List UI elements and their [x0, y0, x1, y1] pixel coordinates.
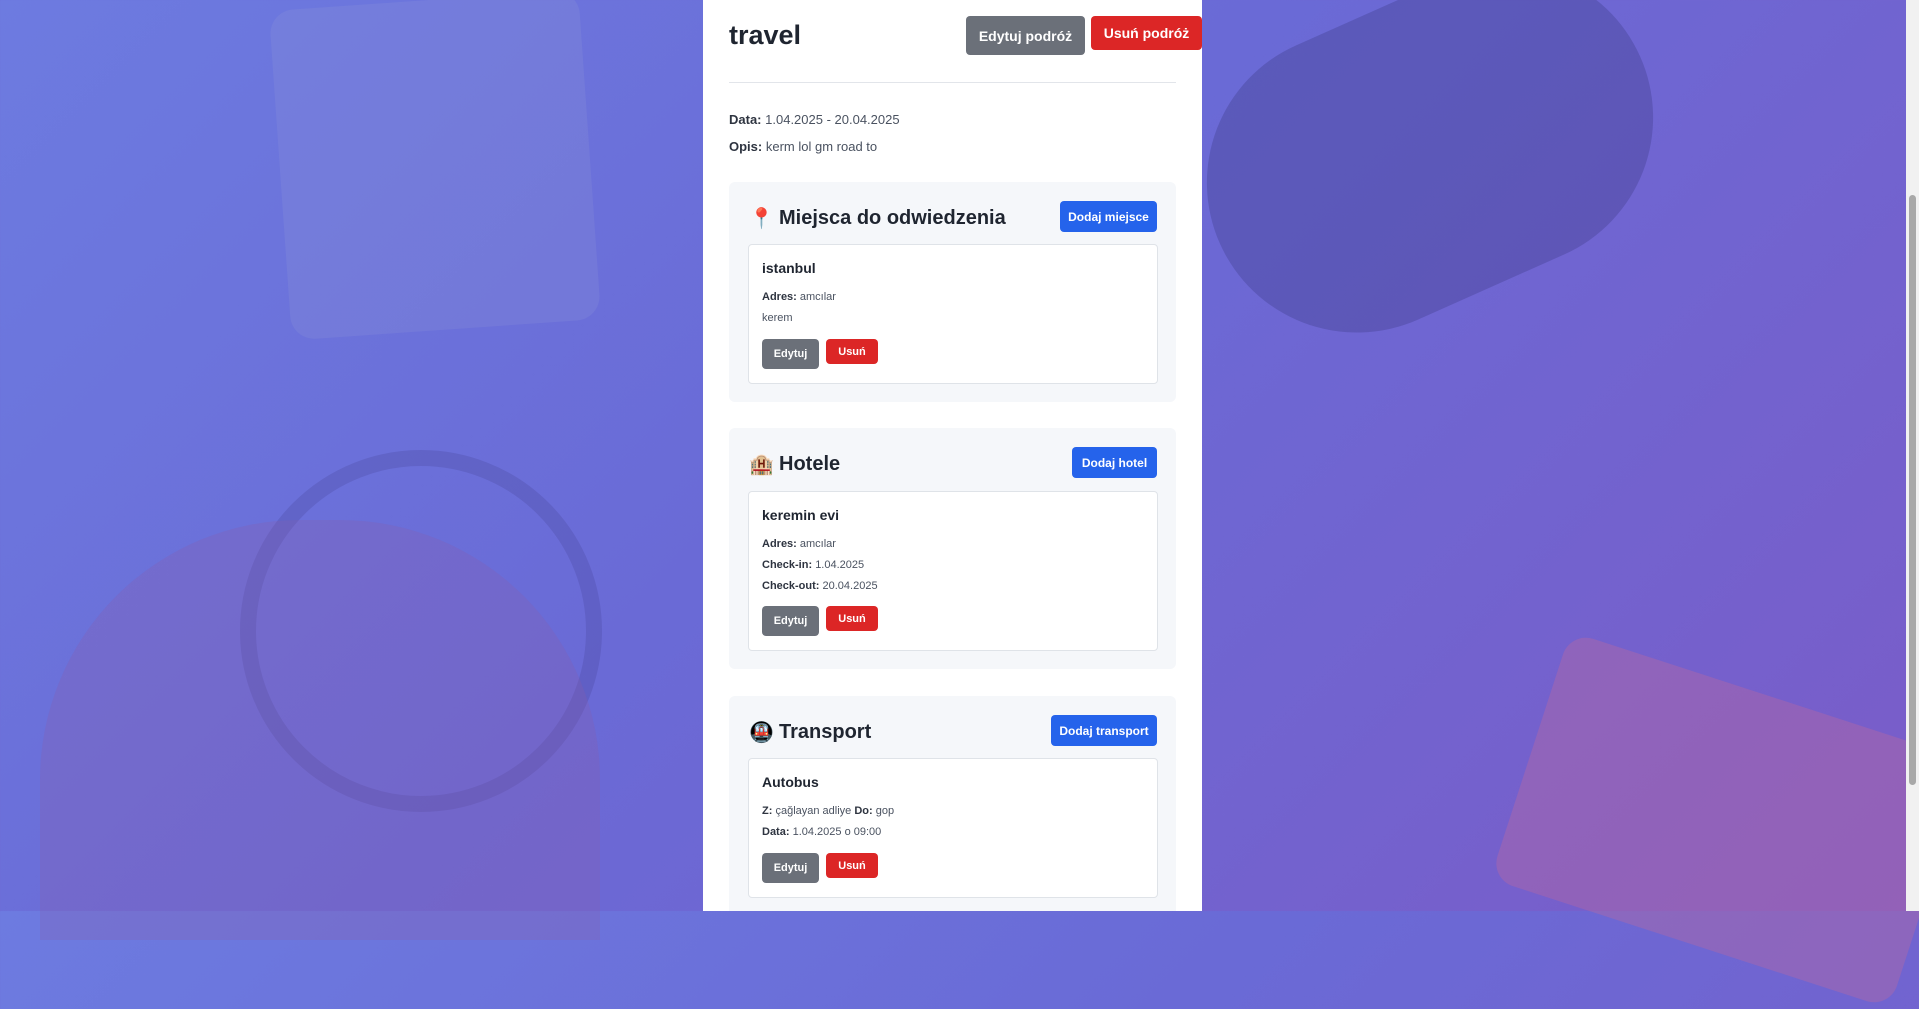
hotel-checkout-label: Check-out:	[762, 580, 820, 592]
add-hotel-button[interactable]: Dodaj hotel	[1072, 447, 1157, 478]
hotel-checkout: 20.04.2025	[822, 580, 878, 592]
transport-date: 1.04.2025 o 09:00	[792, 826, 882, 838]
pin-icon: 📍	[749, 207, 774, 230]
delete-place-button[interactable]: Usuń	[826, 339, 878, 364]
transport-route-row: Z: çağlayan adliye Do: gop	[762, 805, 894, 817]
delete-hotel-button[interactable]: Usuń	[826, 606, 878, 631]
hotel-address-label: Adres:	[762, 538, 797, 550]
hotel-checkin-label: Check-in:	[762, 559, 813, 571]
place-name: istanbul	[762, 260, 816, 276]
hotel-checkin: 1.04.2025	[815, 559, 865, 571]
place-address-label: Adres:	[762, 291, 797, 303]
trip-description-row: Opis: kerm lol gm road to	[729, 137, 900, 164]
edit-transport-button[interactable]: Edytuj	[762, 853, 819, 883]
places-title: Miejsca do odwiedzenia	[779, 206, 1006, 229]
hotels-title: Hotele	[779, 452, 841, 475]
add-place-button[interactable]: Dodaj miejsce	[1060, 201, 1157, 232]
places-section: 📍 Miejsca do odwiedzenia Dodaj miejsce i…	[729, 182, 1176, 402]
trip-date-label: Data:	[729, 112, 762, 127]
trip-details-panel: travel Edytuj podróż Usuń podróż Data: 1…	[703, 0, 1202, 911]
trip-date-value: 1.04.2025 - 20.04.2025	[765, 112, 900, 127]
trip-description-value: kerm lol gm road to	[765, 139, 878, 154]
hotel-name: keremin evi	[762, 507, 840, 523]
place-card: istanbul Adres: amcılar kerem Edytuj Usu…	[748, 244, 1158, 384]
transport-header: 🚇 Transport	[749, 716, 871, 748]
place-address: amcılar	[799, 291, 836, 303]
trip-details-content: travel Edytuj podróż Usuń podróż Data: 1…	[729, 0, 1202, 911]
hotel-checkin-row: Check-in: 1.04.2025	[762, 559, 864, 571]
transport-from-label: Z:	[762, 805, 773, 817]
transport-date-row: Data: 1.04.2025 o 09:00	[762, 826, 881, 838]
metro-icon: 🚇	[749, 721, 774, 744]
hotel-address: amcılar	[799, 538, 836, 550]
hotel-checkout-row: Check-out: 20.04.2025	[762, 580, 878, 592]
background-camera	[1158, 0, 1702, 381]
hotel-card: keremin evi Adres: amcılar Check-in: 1.0…	[748, 491, 1158, 651]
transport-to: gop	[875, 805, 895, 817]
transport-to-label: Do:	[854, 805, 873, 817]
trip-title: travel	[729, 20, 802, 50]
page-scrollbar[interactable]	[1906, 0, 1919, 911]
transport-date-label: Data:	[762, 826, 790, 838]
edit-place-button[interactable]: Edytuj	[762, 339, 819, 369]
scrollbar-thumb[interactable]	[1909, 195, 1916, 785]
hotel-address-row: Adres: amcılar	[762, 538, 836, 550]
background-map	[1490, 631, 1919, 1009]
delete-trip-button[interactable]: Usuń podróż	[1091, 16, 1202, 50]
place-address-row: Adres: amcılar	[762, 291, 836, 303]
trip-description-label: Opis:	[729, 139, 763, 154]
trip-info: Data: 1.04.2025 - 20.04.2025 Opis: kerm …	[729, 110, 900, 164]
edit-trip-button[interactable]: Edytuj podróż	[966, 16, 1085, 55]
delete-transport-button[interactable]: Usuń	[826, 853, 878, 878]
transport-title: Transport	[779, 720, 872, 743]
hotels-header: 🏨 Hotele	[749, 448, 840, 480]
trip-date-row: Data: 1.04.2025 - 20.04.2025	[729, 110, 900, 137]
transport-from: çağlayan adliye	[775, 805, 852, 817]
transport-name: Autobus	[762, 774, 819, 790]
place-note: kerem	[762, 312, 793, 324]
transport-section: 🚇 Transport Dodaj transport Autobus Z: ç…	[729, 696, 1176, 911]
hotel-icon: 🏨	[749, 453, 774, 476]
hotels-section: 🏨 Hotele Dodaj hotel keremin evi Adres: …	[729, 428, 1176, 669]
background-notebook	[268, 0, 602, 341]
add-transport-button[interactable]: Dodaj transport	[1051, 715, 1157, 746]
transport-card: Autobus Z: çağlayan adliye Do: gop Data:…	[748, 758, 1158, 898]
trip-header: travel Edytuj podróż Usuń podróż	[729, 0, 1202, 83]
edit-hotel-button[interactable]: Edytuj	[762, 606, 819, 636]
places-header: 📍 Miejsca do odwiedzenia	[749, 202, 1006, 234]
